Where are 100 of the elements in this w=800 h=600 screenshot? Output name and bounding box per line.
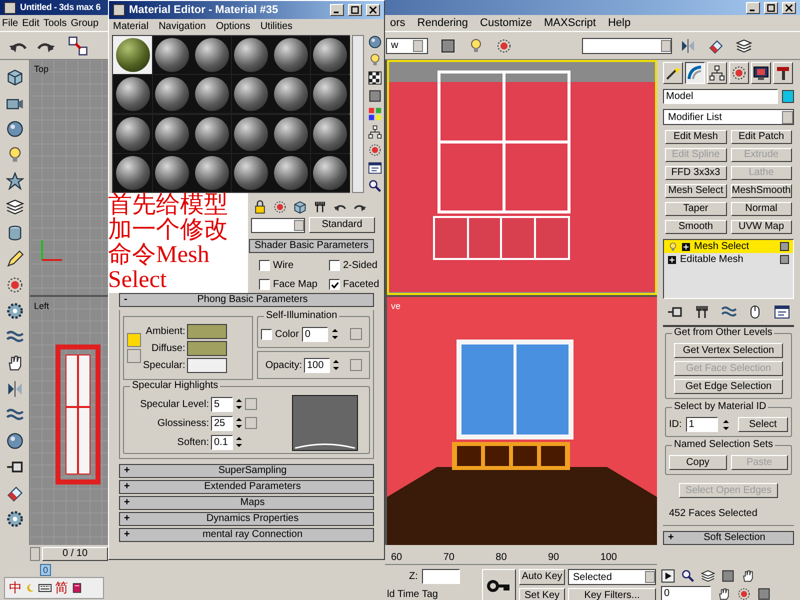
material-slot[interactable] xyxy=(271,36,310,74)
material-slot[interactable] xyxy=(232,36,270,74)
bulb-icon[interactable] xyxy=(468,38,484,54)
material-slot[interactable] xyxy=(152,114,192,152)
button[interactable]: Taper xyxy=(665,202,726,216)
toggle-square[interactable] xyxy=(780,255,789,264)
menu-item[interactable]: Material xyxy=(113,18,149,34)
pencil-icon[interactable] xyxy=(6,250,24,268)
eraser-icon[interactable] xyxy=(6,484,24,502)
fork-icon[interactable] xyxy=(694,304,710,320)
button[interactable]: Auto Key xyxy=(519,569,565,585)
button[interactable]: Select xyxy=(738,417,788,432)
maximize-button[interactable] xyxy=(764,2,778,14)
ime-mode[interactable]: 中 xyxy=(9,578,22,598)
stack-item[interactable]: Editable Mesh xyxy=(664,253,793,266)
pan-icon[interactable] xyxy=(717,586,731,600)
layers-icon[interactable] xyxy=(736,38,752,54)
square-icon[interactable] xyxy=(368,89,382,103)
keyboard-icon[interactable] xyxy=(38,581,52,595)
layers-icon[interactable] xyxy=(6,198,24,216)
gear-icon[interactable] xyxy=(6,510,24,528)
button[interactable]: Edit Mesh xyxy=(665,130,726,144)
color-grid-icon[interactable] xyxy=(368,107,382,121)
lock-icon[interactable] xyxy=(253,200,267,214)
material-slot[interactable] xyxy=(113,154,152,192)
lock-toggle-button[interactable] xyxy=(127,333,141,347)
search-icon[interactable] xyxy=(368,179,382,193)
input-field[interactable]: 0 xyxy=(302,326,328,342)
menu-item[interactable]: Utilities xyxy=(260,18,293,34)
button[interactable]: Mesh Select xyxy=(665,184,726,198)
checkbox[interactable] xyxy=(259,279,270,290)
button[interactable]: FFD 3x3x3 xyxy=(665,166,726,180)
menu-item[interactable]: MAXScript xyxy=(544,14,596,32)
rollout-header[interactable]: - Phong Basic Parameters xyxy=(119,293,374,307)
target-icon[interactable] xyxy=(273,200,287,214)
menu-item[interactable]: File xyxy=(2,16,18,30)
selection-set-dropdown[interactable] xyxy=(582,38,672,54)
expand-icon[interactable] xyxy=(668,256,676,264)
menu-item[interactable]: Customize xyxy=(480,14,532,32)
material-slot[interactable] xyxy=(192,114,231,152)
scrollbar[interactable] xyxy=(352,35,364,193)
expand-icon[interactable] xyxy=(682,242,690,250)
menu-item[interactable]: Group xyxy=(70,16,99,30)
toggle-button[interactable] xyxy=(127,349,141,363)
time-tag[interactable]: ld Time Tag xyxy=(387,587,479,600)
color-swatch[interactable] xyxy=(187,340,228,356)
target-icon[interactable] xyxy=(6,276,24,294)
material-slot[interactable] xyxy=(271,154,310,192)
checker-icon[interactable] xyxy=(368,71,382,85)
material-slot[interactable] xyxy=(232,75,270,114)
button[interactable]: Key Filters... xyxy=(568,588,656,600)
minimize-button[interactable] xyxy=(746,2,760,14)
material-slot[interactable] xyxy=(152,36,192,74)
button[interactable]: UVW Map xyxy=(730,220,792,234)
button[interactable]: Smooth xyxy=(665,220,726,234)
target-icon[interactable] xyxy=(368,143,382,157)
sphere-icon[interactable] xyxy=(6,432,24,450)
material-slot[interactable] xyxy=(271,75,310,114)
button[interactable]: MeshSmooth xyxy=(730,184,792,198)
button[interactable]: Get Edge Selection xyxy=(674,379,783,394)
button[interactable]: Standard xyxy=(309,217,375,233)
menu-item[interactable]: Options xyxy=(216,18,250,34)
toggle-square[interactable] xyxy=(780,242,789,251)
map-button[interactable] xyxy=(350,328,362,340)
cube-icon[interactable] xyxy=(293,200,307,214)
input-field[interactable]: 5 xyxy=(211,396,233,412)
rollout-header[interactable]: + mental ray Connection xyxy=(119,528,374,542)
ime-mode[interactable]: 简 xyxy=(55,578,68,598)
cube-icon[interactable] xyxy=(6,68,24,86)
star-icon[interactable] xyxy=(6,172,24,190)
window-settings-icon[interactable] xyxy=(774,304,790,320)
input-field[interactable]: 100 xyxy=(304,358,330,372)
bulb-icon[interactable] xyxy=(668,242,678,252)
material-slot[interactable] xyxy=(113,114,152,152)
material-slot[interactable] xyxy=(232,114,270,152)
input-field[interactable]: 0.1 xyxy=(211,434,233,450)
material-slot[interactable] xyxy=(232,154,270,192)
eraser-icon[interactable] xyxy=(708,38,724,54)
play-icon[interactable] xyxy=(661,569,675,583)
rollout-header[interactable]: + Maps xyxy=(119,496,374,510)
material-slot[interactable] xyxy=(192,36,231,74)
frame-indicator[interactable]: 0 xyxy=(40,564,52,576)
panel-tab[interactable] xyxy=(685,62,705,84)
color-swatch[interactable] xyxy=(187,358,228,372)
set-key-button[interactable] xyxy=(482,569,516,600)
sphere-icon[interactable] xyxy=(6,120,24,138)
rollout-header[interactable]: + Soft Selection xyxy=(663,531,794,545)
material-slot[interactable] xyxy=(310,114,350,152)
button[interactable]: Normal xyxy=(730,202,792,216)
hierarchy-icon[interactable] xyxy=(368,125,382,139)
close-button[interactable] xyxy=(782,2,796,14)
checkbox[interactable] xyxy=(259,260,270,271)
minimize-button[interactable] xyxy=(330,4,344,16)
book-icon[interactable] xyxy=(71,582,83,594)
menu-item[interactable]: Rendering xyxy=(417,14,468,32)
menu-item[interactable]: Navigation xyxy=(158,18,206,34)
menu-item[interactable]: Help xyxy=(608,14,631,32)
link-icon[interactable] xyxy=(68,36,88,56)
input-field[interactable]: 1 xyxy=(686,417,718,432)
material-slot[interactable] xyxy=(271,114,310,152)
